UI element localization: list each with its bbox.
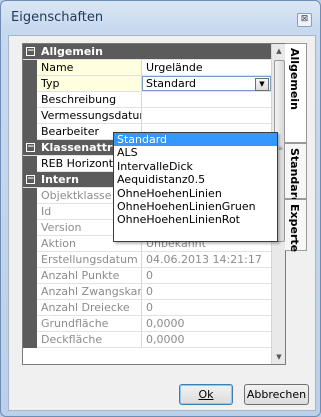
property-row[interactable]: Name Urgelände <box>23 60 271 76</box>
close-button[interactable]: ⊠ <box>297 13 312 27</box>
property-name: Anzahl Punkte <box>37 268 142 283</box>
dropdown-option[interactable]: OhneHoehenLinienGruen <box>114 200 277 213</box>
dropdown-option[interactable]: OhneHoehenLinien <box>114 187 277 200</box>
tab-experte[interactable]: Experte <box>285 199 307 253</box>
property-name: Typ <box>37 76 142 91</box>
row-gutter <box>23 252 37 268</box>
property-row[interactable]: Deckfläche 0,0000 <box>23 332 271 348</box>
property-row[interactable]: Grundfläche 0,0000 <box>23 316 271 332</box>
row-gutter <box>23 284 37 300</box>
property-name: Anzahl Dreiecke <box>37 300 142 315</box>
ok-label: Ok <box>198 388 214 401</box>
dropdown-option[interactable]: Aequidistanz0.5 <box>114 173 277 186</box>
row-gutter <box>23 124 37 140</box>
arrow-down-icon[interactable]: ▼ <box>272 350 285 364</box>
collapse-icon[interactable]: − <box>26 175 35 184</box>
row-gutter <box>23 76 37 92</box>
dropdown-option[interactable]: IntervalleDick <box>114 160 277 173</box>
cancel-label: Abbrechen <box>246 388 307 401</box>
typ-value: Standard <box>146 77 197 90</box>
row-gutter <box>23 60 37 76</box>
property-row[interactable]: Anzahl Dreiecke 0 <box>23 300 271 316</box>
category-row[interactable]: − Allgemein <box>23 44 271 60</box>
tab-label: Allgemein <box>288 48 301 110</box>
row-gutter <box>23 332 37 348</box>
property-name: Deckfläche <box>37 332 142 347</box>
property-name: Vermessungsdatum <box>37 108 142 123</box>
property-name: Name <box>37 60 142 75</box>
typ-combo[interactable]: Standard ▼ <box>142 76 271 91</box>
title-bar: Eigenschaften ⊠ <box>9 9 312 29</box>
chevron-down-icon[interactable]: ▼ <box>255 78 269 91</box>
property-value[interactable] <box>142 108 271 123</box>
row-gutter <box>23 268 37 284</box>
window-title: Eigenschaften <box>11 10 104 25</box>
close-icon: ⊠ <box>300 14 309 24</box>
property-row[interactable]: Erstellungsdatum 04.06.2013 14:21:17 <box>23 252 271 268</box>
dropdown-option[interactable]: ALS <box>114 146 277 159</box>
property-value[interactable] <box>142 92 271 107</box>
cancel-button[interactable]: Abbrechen <box>244 384 309 405</box>
property-row[interactable]: Typ Standard ▼ <box>23 76 271 92</box>
grip-icon: ≡ <box>278 145 284 152</box>
property-row[interactable]: Beschreibung <box>23 92 271 108</box>
property-value: 0 <box>146 285 153 298</box>
row-gutter <box>23 156 37 172</box>
row-gutter <box>23 204 37 220</box>
property-value: 04.06.2013 14:21:17 <box>146 253 262 266</box>
row-gutter <box>23 300 37 316</box>
property-value: 0 <box>146 301 153 314</box>
dialog-client-area: − Allgemein Name Urgelände Typ Standard ▼ Besch… <box>8 35 316 411</box>
category-label: Allgemein <box>41 45 103 58</box>
property-value: 0,0000 <box>146 333 185 346</box>
row-gutter <box>23 316 37 332</box>
property-row[interactable]: Vermessungsdatum <box>23 108 271 124</box>
row-gutter <box>23 92 37 108</box>
row-gutter <box>23 220 37 236</box>
dropdown-option[interactable]: Standard <box>114 133 277 147</box>
tab-allgemein[interactable]: Allgemein <box>285 43 307 143</box>
property-row[interactable]: Anzahl Zwangskanten 0 <box>23 284 271 300</box>
property-row[interactable]: Anzahl Punkte 0 <box>23 268 271 284</box>
typ-dropdown-list[interactable]: Standard ALS IntervalleDick Aequidistanz0.5… <box>113 132 278 242</box>
row-gutter <box>23 188 37 204</box>
property-value[interactable]: Urgelände <box>142 60 271 75</box>
tab-label: Experte <box>288 204 301 253</box>
property-name: Beschreibung <box>37 92 142 107</box>
property-value: 0,0000 <box>146 317 185 330</box>
dropdown-option[interactable]: OhneHoehenLinienRot <box>114 213 277 226</box>
property-value: 0 <box>146 269 153 282</box>
property-name: Grundfläche <box>37 316 142 331</box>
row-gutter <box>23 236 37 252</box>
category-tabs: Allgemein Standard Experte <box>285 43 307 363</box>
arrow-up-icon[interactable]: ▲ <box>272 44 285 58</box>
row-gutter <box>23 108 37 124</box>
property-name: Anzahl Zwangskanten <box>37 284 142 299</box>
collapse-icon[interactable]: − <box>26 143 35 152</box>
tab-label: Standard <box>288 148 301 206</box>
collapse-icon[interactable]: − <box>26 47 35 56</box>
property-name: Erstellungsdatum <box>37 252 142 267</box>
ok-button[interactable]: Ok <box>179 384 233 405</box>
tab-standard[interactable]: Standard <box>285 143 307 205</box>
properties-window: Eigenschaften ⊠ − Allgemein Name Urgelände T… <box>0 0 321 417</box>
